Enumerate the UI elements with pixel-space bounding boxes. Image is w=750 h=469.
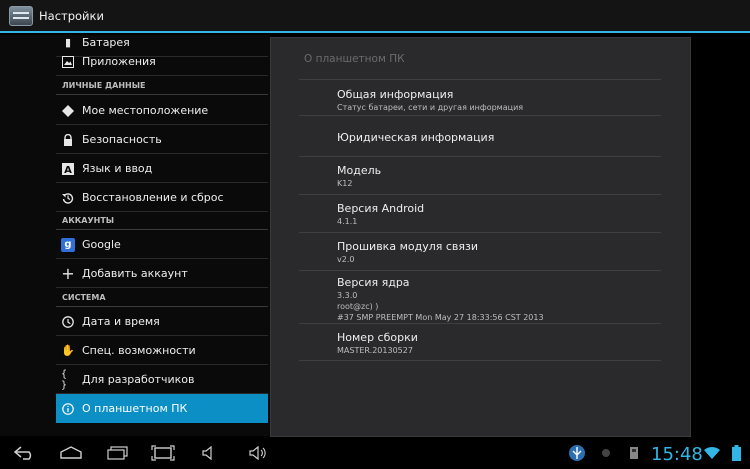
row-title: Версия Android bbox=[337, 202, 425, 215]
settings-item-label: Добавить аккаунт bbox=[82, 267, 188, 280]
info-icon bbox=[61, 402, 75, 416]
divider bbox=[299, 232, 661, 233]
settings-item-label: Спец. возможности bbox=[82, 344, 196, 357]
row-value: 3.3.0 bbox=[337, 291, 358, 300]
volume-up-button[interactable] bbox=[247, 442, 269, 464]
settings-item-backup-reset[interactable]: Восстановление и сброс bbox=[56, 184, 268, 212]
volume-down-button[interactable] bbox=[200, 442, 220, 464]
settings-item-label: Язык и ввод bbox=[82, 162, 153, 175]
volume-up-icon bbox=[249, 446, 266, 460]
app-title: Настройки bbox=[39, 8, 104, 23]
status-clock[interactable]: 15:48 bbox=[651, 444, 703, 465]
settings-item-label: Google bbox=[82, 238, 121, 251]
settings-item-google[interactable]: g Google bbox=[56, 231, 268, 259]
settings-item-label: Для разработчиков bbox=[82, 373, 195, 386]
wifi-icon bbox=[700, 442, 724, 464]
screenshot-icon bbox=[151, 445, 175, 461]
settings-item-language[interactable]: A Язык и ввод bbox=[56, 155, 268, 183]
row-title: Общая информация bbox=[337, 88, 454, 101]
settings-item-date-time[interactable]: Дата и время bbox=[56, 308, 268, 336]
row-title: Модель bbox=[337, 164, 382, 177]
settings-item-about[interactable]: О планшетном ПК bbox=[56, 394, 268, 423]
location-icon bbox=[61, 104, 75, 118]
section-header-personal: ЛИЧНЫЕ ДАННЫЕ bbox=[56, 77, 268, 95]
usb-debug-status-icon bbox=[566, 442, 588, 464]
kernel-row: Версия ядра 3.3.0 root@zc) ) #37 SMP PRE… bbox=[337, 276, 667, 323]
settings-item-apps[interactable]: Приложения bbox=[56, 48, 268, 76]
volume-down-icon bbox=[202, 446, 212, 460]
divider bbox=[299, 323, 661, 324]
lock-icon bbox=[61, 133, 75, 147]
section-header-accounts: АККАУНТЫ bbox=[56, 212, 268, 230]
settings-item-security[interactable]: Безопасность bbox=[56, 126, 268, 154]
restore-icon bbox=[61, 191, 75, 205]
divider bbox=[299, 156, 661, 157]
settings-item-add-account[interactable]: + Добавить аккаунт bbox=[56, 260, 268, 288]
row-title: Версия ядра bbox=[337, 276, 410, 289]
row-value: 4.1.1 bbox=[337, 217, 358, 226]
system-nav-bar bbox=[0, 437, 750, 469]
general-info-row[interactable]: Общая информация Статус батареи, сети и … bbox=[337, 88, 667, 113]
panel-title: О планшетном ПК bbox=[304, 53, 405, 65]
divider bbox=[299, 360, 661, 361]
row-title: Юридическая информация bbox=[337, 131, 495, 144]
settings-item-label: О планшетном ПК bbox=[82, 402, 188, 415]
screenshot-button[interactable] bbox=[150, 442, 176, 464]
section-header-system: СИСТЕМА bbox=[56, 289, 268, 307]
settings-item-label: Дата и время bbox=[82, 315, 160, 328]
recents-button[interactable] bbox=[105, 442, 131, 464]
back-icon bbox=[13, 446, 32, 460]
row-value: K12 bbox=[337, 179, 353, 188]
about-panel: О планшетном ПК Общая информация Статус … bbox=[270, 37, 691, 437]
home-button[interactable] bbox=[58, 442, 84, 464]
settings-item-label: Мое местоположение bbox=[82, 104, 209, 117]
model-row: Модель K12 bbox=[337, 164, 667, 189]
row-value: #37 SMP PREEMPT Mon May 27 18:33:56 CST … bbox=[337, 313, 544, 322]
android-version-row[interactable]: Версия Android 4.1.1 bbox=[337, 202, 667, 227]
apps-icon bbox=[61, 55, 75, 69]
settings-item-location[interactable]: Мое местоположение bbox=[56, 97, 268, 125]
row-title: Прошивка модуля связи bbox=[337, 240, 478, 253]
settings-list: ▮ Батарея Приложения ЛИЧНЫЕ ДАННЫЕ Мое м… bbox=[0, 35, 270, 436]
keyboard-icon: A bbox=[61, 162, 75, 176]
braces-icon: { } bbox=[61, 368, 68, 391]
clock-icon bbox=[61, 315, 75, 329]
baseband-row: Прошивка модуля связи v2.0 bbox=[337, 240, 667, 265]
google-icon: g bbox=[61, 237, 75, 252]
settings-item-developer[interactable]: { } Для разработчиков bbox=[56, 366, 268, 394]
hand-icon: ✋ bbox=[61, 344, 75, 357]
legal-info-row[interactable]: Юридическая информация bbox=[337, 131, 667, 145]
svg-text:A: A bbox=[64, 165, 72, 175]
divider bbox=[299, 194, 661, 195]
row-title: Номер сборки bbox=[337, 331, 418, 344]
divider bbox=[299, 79, 661, 80]
build-number-row[interactable]: Номер сборки MASTER.20130527 bbox=[337, 331, 667, 356]
settings-item-label: Приложения bbox=[82, 55, 156, 68]
back-button[interactable] bbox=[12, 442, 38, 464]
divider bbox=[299, 270, 661, 271]
row-subtitle: Статус батареи, сети и другая информация bbox=[337, 103, 524, 112]
row-value: v2.0 bbox=[337, 255, 355, 264]
settings-item-accessibility[interactable]: ✋ Спец. возможности bbox=[56, 337, 268, 365]
settings-app-icon[interactable] bbox=[9, 5, 33, 26]
row-value: root@zc) ) bbox=[337, 302, 379, 311]
settings-item-label: Восстановление и сброс bbox=[82, 191, 224, 204]
add-icon: + bbox=[61, 264, 75, 283]
notification-dot-icon bbox=[596, 442, 616, 464]
settings-item-label: Безопасность bbox=[82, 133, 162, 146]
divider bbox=[299, 115, 661, 116]
recents-icon bbox=[107, 446, 128, 460]
row-value: MASTER.20130527 bbox=[337, 346, 413, 355]
battery-status-icon bbox=[728, 442, 744, 464]
home-icon bbox=[60, 446, 82, 459]
sd-card-status-icon bbox=[624, 442, 644, 464]
